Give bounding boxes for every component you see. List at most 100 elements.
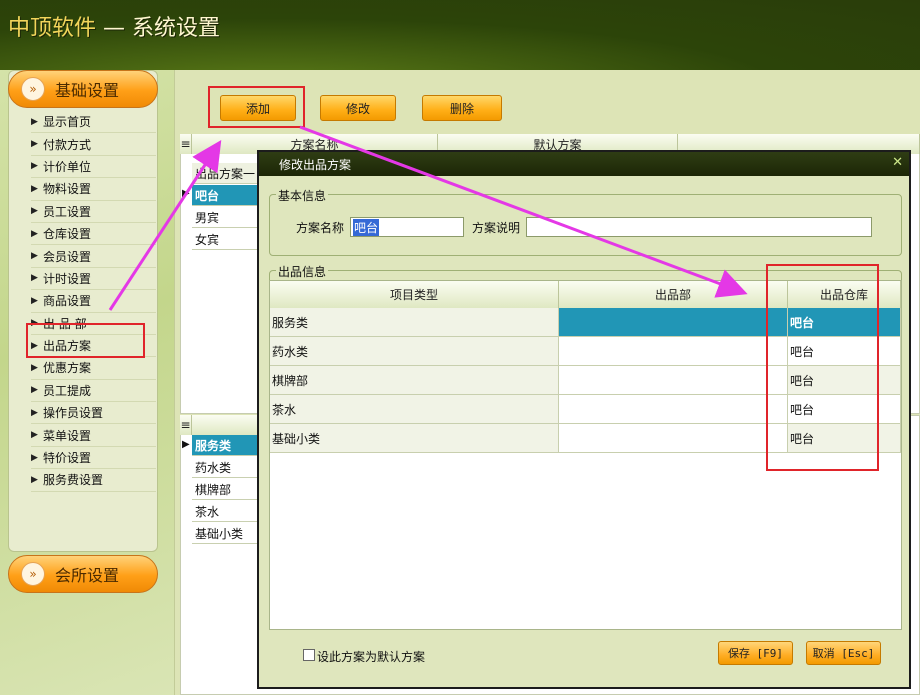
sidebar-item-discount[interactable]: ▶ 优惠方案	[31, 357, 156, 380]
title-bar: 中顶软件 — 系统设置	[0, 0, 920, 70]
sidebar-item-timing[interactable]: ▶ 计时设置	[31, 268, 156, 291]
row-indicator-icon: ▶	[182, 439, 190, 450]
item-type-cell[interactable]: 服务类	[270, 308, 559, 337]
grid-menu-icon[interactable]: ≡	[180, 134, 192, 154]
plan-desc-input[interactable]	[526, 217, 872, 237]
dialog-title-bar[interactable]: 修改出品方案 ✕	[259, 152, 909, 176]
grid-menu-icon[interactable]: ≡	[180, 415, 192, 435]
arrow-right-icon: ▶	[31, 161, 38, 172]
sidebar-item-label: 服务费设置	[43, 473, 104, 488]
plan-desc-label: 方案说明	[472, 221, 521, 235]
item-type-cell[interactable]: 棋牌部	[270, 366, 559, 395]
arrow-right-icon: ▶	[31, 116, 38, 127]
category-row[interactable]: 棋牌部	[192, 479, 258, 500]
sidebar-item-label: 菜单设置	[43, 428, 92, 443]
dialog-title: 修改出品方案	[279, 157, 352, 172]
output-dept-cell[interactable]	[559, 366, 788, 395]
sidebar-item-label: 计时设置	[43, 271, 92, 286]
item-type-cell[interactable]: 药水类	[270, 337, 559, 366]
arrow-right-icon: ▶	[31, 430, 38, 441]
arrow-right-icon: ▶	[31, 474, 38, 485]
app-title: 中顶软件 — 系统设置	[8, 10, 220, 42]
brand-name: 中顶软件	[8, 16, 97, 41]
sidebar-item-commission[interactable]: ▶ 员工提成	[31, 380, 156, 403]
sidebar-item-goods[interactable]: ▶ 商品设置	[31, 290, 156, 313]
annotation-box-add	[208, 86, 305, 128]
edit-button[interactable]: 修改	[320, 95, 396, 121]
output-dept-cell[interactable]	[559, 424, 788, 453]
sidebar-item-special-price[interactable]: ▶ 特价设置	[31, 447, 156, 470]
sidebar-item-operator[interactable]: ▶ 操作员设置	[31, 402, 156, 425]
sidebar-item-label: 优惠方案	[43, 361, 92, 376]
section-basic-label: 基础设置	[55, 81, 120, 100]
category-row[interactable]: 药水类	[192, 457, 258, 478]
sidebar-item-menu[interactable]: ▶ 菜单设置	[31, 424, 156, 447]
output-info-legend: 出品信息	[276, 263, 329, 280]
output-dept-cell[interactable]	[559, 337, 788, 366]
category-row[interactable]: 基础小类	[192, 523, 258, 544]
plan-name-value: 吧台	[353, 218, 380, 236]
arrow-right-icon: ▶	[31, 452, 38, 463]
arrow-right-icon: ▶	[31, 362, 38, 373]
item-type-cell[interactable]: 基础小类	[270, 424, 559, 453]
close-icon[interactable]: ✕	[892, 155, 903, 170]
default-plan-checkbox[interactable]	[303, 649, 315, 661]
section-club-settings[interactable]: » 会所设置	[8, 555, 158, 593]
category-row[interactable]: 服务类	[192, 435, 258, 456]
output-dept-cell[interactable]	[559, 308, 788, 337]
default-plan-label: 设此方案为默认方案	[317, 650, 426, 664]
cancel-button[interactable]: 取消 [Esc]	[806, 641, 881, 665]
sidebar-item-label: 员工提成	[43, 383, 92, 398]
sidebar-item-service-fee[interactable]: ▶ 服务费设置	[31, 469, 156, 492]
section-basic-settings[interactable]: » 基础设置	[8, 70, 158, 108]
sidebar-item-home[interactable]: ▶ 显示首页	[31, 111, 156, 134]
arrow-right-icon: ▶	[31, 139, 38, 150]
arrow-right-icon: ▶	[31, 273, 38, 284]
col-item-type[interactable]: 项目类型	[270, 281, 559, 308]
arrow-right-icon: ▶	[31, 228, 38, 239]
sidebar-item-label: 付款方式	[43, 137, 92, 152]
window-title: 系统设置	[132, 16, 221, 41]
category-col-header	[192, 415, 258, 435]
sidebar-item-label: 操作员设置	[43, 406, 104, 421]
plan-row[interactable]: 吧台	[192, 185, 258, 206]
delete-button[interactable]: 删除	[422, 95, 502, 121]
sidebar-item-label: 仓库设置	[43, 227, 92, 242]
output-dept-cell[interactable]	[559, 395, 788, 424]
sidebar-item-warehouse[interactable]: ▶ 仓库设置	[31, 223, 156, 246]
sidebar-item-label: 物料设置	[43, 182, 92, 197]
col-output-dept[interactable]: 出品部	[559, 281, 788, 308]
annotation-box-warehouse	[766, 264, 879, 471]
sidebar-item-payment[interactable]: ▶ 付款方式	[31, 133, 156, 156]
basic-info-group: 基本信息 方案名称 吧台 方案说明	[269, 187, 902, 256]
sidebar-item-material[interactable]: ▶ 物料设置	[31, 178, 156, 201]
item-type-cell[interactable]: 茶水	[270, 395, 559, 424]
sidebar-item-label: 显示首页	[43, 115, 92, 130]
sidebar-item-label: 特价设置	[43, 451, 92, 466]
sidebar-item-label: 计价单位	[43, 159, 92, 174]
sidebar-item-label: 员工设置	[43, 204, 92, 219]
sidebar-menu: ▶ 显示首页 ▶ 付款方式 ▶ 计价单位 ▶ 物料设置 ▶ 员工设置 ▶ 仓库设置 ▶ 会员设…	[31, 111, 156, 492]
double-chevron-icon: »	[21, 562, 45, 586]
arrow-right-icon: ▶	[31, 385, 38, 396]
plan-row[interactable]: 男宾	[192, 207, 258, 228]
sidebar: » 基础设置 ▶ 显示首页 ▶ 付款方式 ▶ 计价单位 ▶ 物料设置 ▶ 员工设置 ▶ 仓库…	[8, 70, 158, 552]
plan-row[interactable]: 女宾	[192, 229, 258, 250]
basic-info-legend: 基本信息	[276, 187, 329, 204]
plan-name-input[interactable]: 吧台	[350, 217, 464, 237]
sidebar-item-label: 会员设置	[43, 249, 92, 264]
save-button[interactable]: 保存 [F9]	[718, 641, 793, 665]
sidebar-item-member[interactable]: ▶ 会员设置	[31, 245, 156, 268]
sidebar-item-unit[interactable]: ▶ 计价单位	[31, 156, 156, 179]
plan-grid-caption: 出品方案一	[192, 163, 258, 184]
plan-name-label: 方案名称	[296, 221, 345, 235]
sidebar-item-label: 商品设置	[43, 294, 92, 309]
category-row[interactable]: 茶水	[192, 501, 258, 522]
row-indicator-icon: ▶	[182, 188, 190, 199]
sidebar-item-staff[interactable]: ▶ 员工设置	[31, 201, 156, 223]
title-separator: —	[103, 16, 126, 41]
arrow-right-icon: ▶	[31, 407, 38, 418]
arrow-right-icon: ▶	[31, 183, 38, 194]
section-club-label: 会所设置	[55, 566, 120, 585]
annotation-box-plan	[26, 323, 145, 358]
